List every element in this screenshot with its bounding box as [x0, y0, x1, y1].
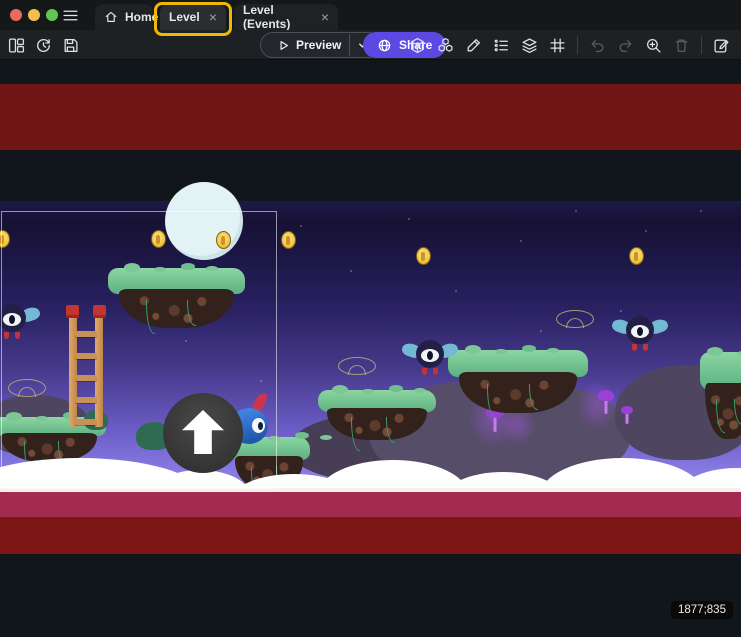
delete-icon	[670, 33, 693, 57]
toolbar-right-group	[406, 30, 733, 60]
menu-button[interactable]	[60, 4, 84, 26]
star	[540, 330, 542, 332]
edit-scene-properties-icon[interactable]	[710, 33, 733, 57]
window-controls	[10, 9, 58, 21]
history-icon[interactable]	[32, 33, 55, 57]
star	[575, 210, 577, 212]
star	[645, 230, 647, 232]
tab-level[interactable]: Level ×	[160, 4, 226, 30]
mushroom-stem	[494, 416, 497, 432]
bat-enemy[interactable]	[402, 340, 458, 376]
bat-claw	[433, 368, 438, 375]
floating-island[interactable]	[318, 390, 436, 442]
dark-red-band	[0, 517, 741, 554]
bat-body	[416, 340, 444, 368]
home-icon	[104, 10, 118, 24]
bat-pupil	[637, 327, 643, 336]
zoom-in-icon[interactable]	[642, 33, 665, 57]
coin[interactable]	[281, 231, 296, 249]
up-arrow-icon	[182, 410, 224, 454]
bat-eye	[421, 349, 439, 362]
play-icon	[277, 39, 290, 52]
star	[408, 218, 410, 220]
bat-claw	[632, 344, 637, 351]
close-window-button[interactable]	[10, 9, 22, 21]
divider	[577, 36, 578, 54]
island-dirt	[327, 408, 426, 441]
bat-eye	[631, 325, 649, 338]
object-groups-icon[interactable]	[434, 33, 457, 57]
bat-pupil	[427, 351, 433, 360]
tab-home-label: Home	[125, 10, 158, 24]
edit-icon[interactable]	[462, 33, 485, 57]
star	[350, 270, 352, 272]
mushroom-cap	[598, 390, 614, 401]
maximize-window-button[interactable]	[46, 9, 58, 21]
coin[interactable]	[629, 247, 644, 265]
save-icon[interactable]	[59, 33, 82, 57]
mushroom-cap	[621, 406, 633, 414]
titlebar: Home Level × Level (Events) ×	[0, 0, 741, 30]
mushroom-stem	[605, 399, 608, 414]
close-tab-icon[interactable]: ×	[209, 10, 217, 24]
instances-list-icon[interactable]	[490, 33, 513, 57]
jump-button[interactable]	[163, 393, 243, 473]
red-band-top[interactable]	[0, 84, 741, 150]
tab-level-events-label: Level (Events)	[243, 3, 314, 31]
hidden-object-marker[interactable]	[556, 310, 594, 328]
bat-body	[626, 316, 654, 344]
bat-enemy[interactable]	[612, 316, 668, 352]
toolbar: Preview Share	[0, 30, 741, 60]
star	[300, 225, 302, 227]
star	[520, 240, 522, 242]
toolbar-left-group	[5, 30, 82, 60]
crimson-band	[0, 492, 741, 517]
grid-icon[interactable]	[546, 33, 569, 57]
mushroom	[598, 390, 614, 414]
redo-icon	[614, 33, 637, 57]
coin[interactable]	[416, 247, 431, 265]
star	[700, 210, 702, 212]
menu-icon	[62, 7, 82, 24]
tab-home[interactable]: Home	[95, 4, 153, 30]
divider	[701, 36, 702, 54]
close-tab-icon[interactable]: ×	[321, 10, 329, 24]
star	[620, 310, 622, 312]
vine	[487, 384, 496, 418]
bat-claw	[643, 344, 648, 351]
tab-level-label: Level	[169, 10, 200, 24]
tab-level-events[interactable]: Level (Events) ×	[234, 4, 338, 30]
preview-label: Preview	[296, 38, 341, 52]
objects-icon[interactable]	[406, 33, 429, 57]
scene-editor-canvas[interactable]: 1877;835	[0, 60, 741, 637]
layers-icon[interactable]	[518, 33, 541, 57]
undo-icon	[586, 33, 609, 57]
hidden-object-marker[interactable]	[338, 357, 376, 375]
island-dirt	[459, 372, 577, 413]
panels-icon[interactable]	[5, 33, 28, 57]
floating-island[interactable]	[448, 350, 588, 415]
bat-claw	[422, 368, 427, 375]
star	[455, 290, 457, 292]
floating-island[interactable]	[700, 352, 741, 442]
mushroom-stem	[626, 413, 629, 424]
globe-icon	[377, 38, 392, 53]
mushroom	[621, 406, 633, 424]
minimize-window-button[interactable]	[28, 9, 40, 21]
cursor-coordinates: 1877;835	[671, 601, 733, 619]
